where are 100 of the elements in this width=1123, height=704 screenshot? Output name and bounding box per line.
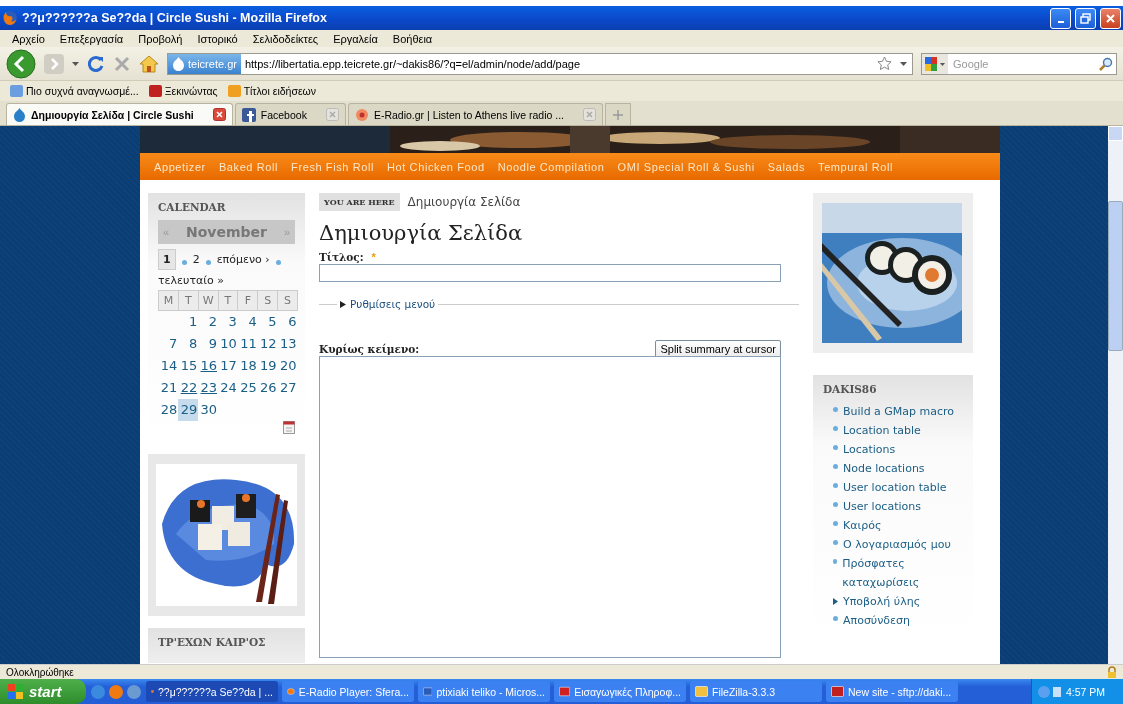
calendar-day-link[interactable]: 16	[198, 354, 219, 377]
close-icon[interactable]	[212, 108, 226, 121]
tab-label: E-Radio.gr | Listen to Athens live radio ...	[373, 108, 564, 121]
browser-tab[interactable]: Δημιουργία Σελίδα | Circle Sushi	[6, 103, 233, 125]
menu-item[interactable]: Ιστορικό	[197, 32, 238, 45]
menu-link[interactable]: User locations	[843, 497, 921, 516]
browser-tab[interactable]: Facebook	[234, 103, 346, 125]
calendar-day: 8	[178, 332, 199, 355]
taskbar-button[interactable]: ??μ??????a Se??da | ...	[146, 681, 278, 702]
calendar-day-link[interactable]: 23	[198, 376, 219, 399]
bullet-icon	[833, 407, 838, 412]
breadcrumb-text: Δημιουργία Σελίδα	[407, 195, 521, 209]
weekday-header: M	[158, 290, 179, 311]
taskbar-button[interactable]: FileZilla-3.3.3	[690, 681, 822, 702]
facebook-icon	[241, 107, 256, 122]
app-icon	[287, 685, 295, 698]
restore-button[interactable]	[1075, 7, 1096, 29]
menu-link[interactable]: Build a GMap macro	[843, 402, 955, 421]
address-bar[interactable]: teicrete.gr https://libertatia.epp.teicrete.gr/~dakis86/?q=el/admin/node/add/page	[167, 52, 913, 75]
menu-item[interactable]: Εργαλεία	[333, 32, 378, 45]
pdf-icon	[559, 685, 571, 698]
menu-link[interactable]: Υποβολή ύλης	[843, 592, 921, 611]
menu-settings-toggle[interactable]: Ρυθμίσεις μενού	[337, 298, 439, 310]
calendar-day: 6	[277, 310, 298, 333]
search-icon[interactable]	[1099, 56, 1113, 71]
stop-button[interactable]	[113, 54, 131, 73]
back-button[interactable]	[6, 48, 36, 79]
breadcrumb-label: YOU ARE HERE	[319, 193, 400, 211]
menu-link[interactable]: Αποσύνδεση	[843, 611, 910, 630]
menu-link[interactable]: Ο λογαριασμός μου	[843, 535, 951, 554]
menu-item[interactable]: Βοήθεια	[392, 32, 433, 45]
weekday-header: S	[277, 290, 298, 311]
block-title: CALENDAR	[158, 201, 227, 213]
search-engine-icon[interactable]	[922, 53, 948, 74]
menu-link[interactable]: Πρόσφατες καταχωρίσεις	[842, 554, 963, 592]
bookmark-item[interactable]: Πιο συχνά αναγνωσμέ...	[10, 85, 139, 97]
calendar-day: 2	[198, 310, 219, 333]
weekday-header: T	[178, 290, 199, 311]
restore-icon	[1080, 12, 1091, 24]
taskbar-button[interactable]: E-Radio Player: Sfera...	[282, 681, 414, 702]
folder-icon	[695, 685, 708, 698]
calendar-day: 30	[198, 398, 219, 421]
menu-link[interactable]: Node locations	[843, 459, 925, 478]
menu-link[interactable]: Locations	[843, 440, 896, 459]
drupal-icon	[13, 107, 26, 122]
window-title: ??μ??????a Se??da | Circle Sushi - Mozilla Firefox	[22, 11, 328, 25]
bookmark-item[interactable]: Ξεκινώντας	[148, 85, 218, 97]
calendar-day: 29	[178, 398, 199, 421]
menu-item[interactable]: Αρχείο	[12, 32, 45, 45]
minimize-button[interactable]	[1050, 7, 1071, 29]
menu-link[interactable]: Location table	[843, 421, 921, 440]
star-icon[interactable]	[877, 56, 892, 71]
triangle-icon	[833, 598, 838, 605]
search-field[interactable]: Google	[921, 52, 1117, 75]
menu-item[interactable]: Σελιδοδείκτες	[252, 32, 319, 45]
quick-launch-icons[interactable]	[90, 683, 142, 700]
calendar-day: 3	[218, 310, 238, 333]
bullet-icon	[833, 540, 838, 545]
status-text: Ολοκληρώθηκε	[6, 666, 74, 678]
bullet-icon	[833, 559, 838, 564]
title-input[interactable]	[319, 264, 781, 282]
taskbar-button[interactable]: ptixiaki teliko - Micros...	[418, 681, 550, 702]
pager-link[interactable]: 2	[192, 253, 200, 266]
pager-current[interactable]: 1	[158, 249, 176, 270]
calendar-day: 26	[257, 376, 278, 399]
reload-button[interactable]	[87, 54, 105, 73]
bookmark-icon	[148, 85, 162, 97]
app-icon	[831, 685, 844, 698]
calendar-day: 12	[257, 332, 278, 355]
browser-icon	[2, 10, 18, 26]
home-button[interactable]	[139, 54, 159, 73]
browser-tab[interactable]: E-Radio.gr | Listen to Athens live radio ...	[347, 103, 603, 125]
bullet-icon	[833, 521, 838, 526]
pager-link[interactable]: τελευταίο »	[158, 274, 224, 287]
calendar-day: 27	[277, 376, 298, 399]
bullet-icon	[833, 616, 838, 621]
calendar-day: 24	[218, 376, 238, 399]
block-title: DAKIS86	[823, 383, 878, 395]
menu-item[interactable]: Επεξεργασία	[59, 32, 124, 45]
menu-item[interactable]: Προβολή	[138, 32, 183, 45]
drupal-icon	[172, 56, 185, 71]
pager-link[interactable]: επόμενο ›	[216, 253, 270, 266]
close-button[interactable]	[1100, 7, 1121, 29]
calendar-day-link[interactable]: 22	[178, 376, 199, 399]
calendar-day: 20	[277, 354, 298, 377]
menu-link[interactable]: Καιρός	[843, 516, 882, 535]
forward-button[interactable]	[44, 51, 64, 76]
field-label: Τίτλος:	[319, 251, 364, 263]
bullet-icon	[833, 502, 838, 507]
calendar-day: 11	[237, 332, 258, 355]
menu-link[interactable]: User location table	[843, 478, 947, 497]
tray-icons[interactable]	[1038, 684, 1062, 699]
bookmark-item[interactable]: Τίτλοι ειδήσεων	[227, 85, 316, 97]
taskbar-button[interactable]: New site - sftp://daki...	[826, 681, 958, 702]
calendar-icon[interactable]	[283, 420, 295, 434]
caret-icon	[72, 61, 79, 66]
scrollbar[interactable]	[1108, 126, 1123, 664]
url-text: https://libertatia.epp.teicrete.gr/~dakis86/?q=el/admin/node/add/page	[243, 57, 582, 70]
new-tab-button[interactable]	[605, 103, 631, 125]
taskbar-button[interactable]: Εισαγωγικές Πληροφ...	[554, 681, 686, 702]
